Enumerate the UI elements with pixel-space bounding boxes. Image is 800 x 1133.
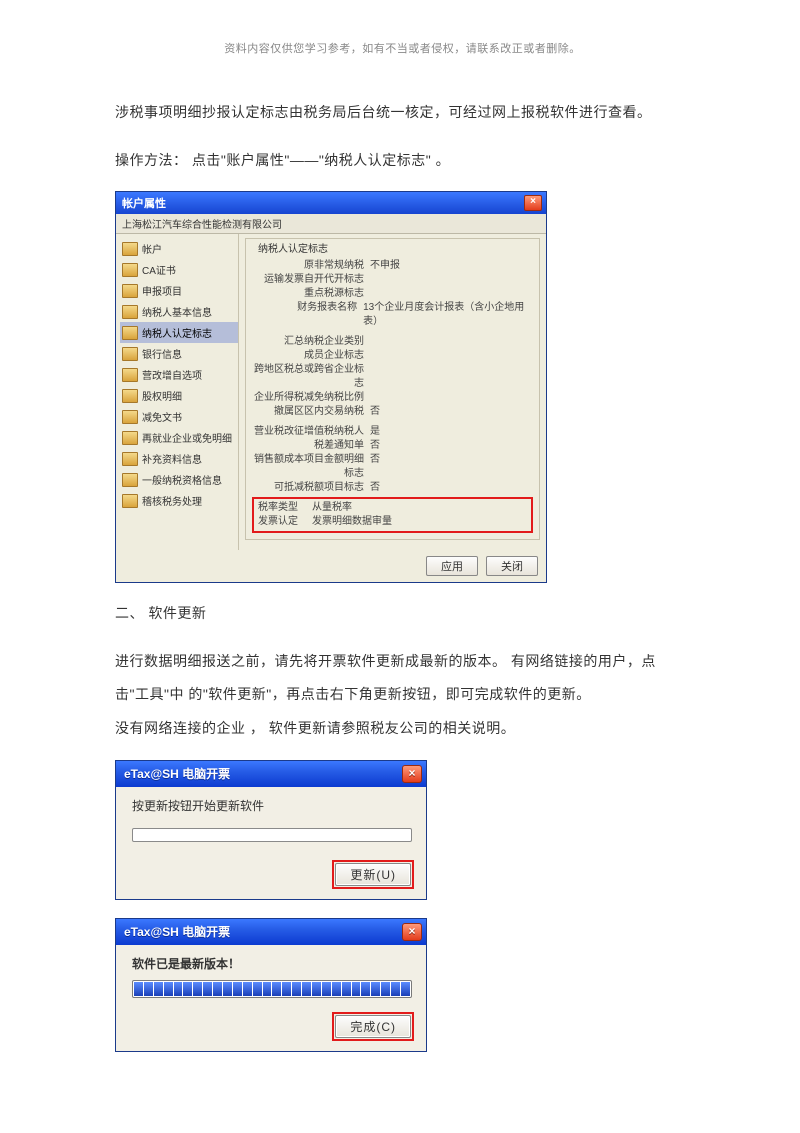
sidebar-item-label: 再就业企业或免明细 [142,430,232,445]
dialog-message: 按更新按钮开始更新软件 [132,797,414,814]
close-icon[interactable]: × [524,195,542,211]
sidebar-item-label: 申报项目 [142,283,182,298]
sidebar-nav: 帐户 CA证书 申报项目 纳税人基本信息 纳税人认定标志 银行信息 营改增自选项… [116,234,239,550]
apply-button[interactable]: 应用 [426,556,478,576]
prop-row: 运输发票自开代开标志 [252,273,533,287]
close-icon[interactable]: × [402,923,422,941]
update-dialog-2: eTax@SH 电脑开票 × 软件已是最新版本！ 完成(C) [115,918,427,1052]
folder-icon [122,452,138,466]
highlight-box: 税率类型从量税率 发票认定发票明细数据审量 [252,497,533,533]
prop-row: 税率类型从量税率 [258,501,527,515]
sidebar-item[interactable]: 减免文书 [120,406,238,427]
paragraph-1: 涉税事项明细抄报认定标志由税务局后台统一核定，可经过网上报税软件进行查看。 [115,96,690,130]
sidebar-item[interactable]: 再就业企业或免明细 [120,427,238,448]
prop-row: 成员企业标志 [252,349,533,363]
account-properties-window: 帐户属性 × 上海松江汽车综合性能检测有限公司 帐户 CA证书 申报项目 纳税人… [115,191,547,583]
sidebar-item-label: 营改增自选项 [142,367,202,382]
prop-row: 汇总纳税企业类别 [252,335,533,349]
window-title: 帐户属性 [122,195,166,211]
sidebar-item[interactable]: 银行信息 [120,343,238,364]
sidebar-item[interactable]: 一般纳税资格信息 [120,469,238,490]
sidebar-item[interactable]: CA证书 [120,259,238,280]
prop-row: 撤属区区内交易纳税否 [252,405,533,419]
prop-row: 财务报表名称13个企业月度会计报表（含小企地用表） [252,301,533,329]
sidebar-item[interactable]: 纳税人基本信息 [120,301,238,322]
dialog-title: eTax@SH 电脑开票 [124,923,230,940]
company-name: 上海松江汽车综合性能检测有限公司 [116,214,546,234]
paragraph-2: 操作方法： 点击"账户属性"——"纳税人认定标志" 。 [115,144,690,178]
sidebar-item-label: 补充资料信息 [142,451,202,466]
prop-row: 重点税源标志 [252,287,533,301]
sidebar-item-label: 帐户 [142,241,162,256]
paragraph-4: 击"工具"中 的"软件更新"，再点击右下角更新按钮，即可完成软件的更新。 [115,678,690,712]
sidebar-item-label: CA证书 [142,262,176,277]
prop-row: 税差通知单否 [252,439,533,453]
properties-group: 纳税人认定标志 原非常规纳税不申报 运输发票自开代开标志 重点税源标志 财务报表… [245,238,540,540]
dialog-message: 软件已是最新版本！ [132,955,414,972]
folder-icon [122,473,138,487]
dialog-titlebar: eTax@SH 电脑开票 × [116,761,426,787]
folder-icon [122,410,138,424]
paragraph-5: 没有网络连接的企业 ， 软件更新请参照税友公司的相关说明。 [115,712,690,746]
dialog-title: eTax@SH 电脑开票 [124,765,230,782]
update-dialog-1: eTax@SH 电脑开票 × 按更新按钮开始更新软件 更新(U) [115,760,427,900]
sidebar-item-label: 股权明细 [142,388,182,403]
prop-row: 发票认定发票明细数据审量 [258,515,527,529]
sidebar-item-label: 减免文书 [142,409,182,424]
folder-icon [122,326,138,340]
folder-icon [122,242,138,256]
prop-row: 原非常规纳税不申报 [252,259,533,273]
close-icon[interactable]: × [402,765,422,783]
folder-icon [122,494,138,508]
sidebar-item[interactable]: 帐户 [120,238,238,259]
prop-row: 企业所得税减免纳税比例 [252,391,533,405]
sidebar-item[interactable]: 股权明细 [120,385,238,406]
section-heading-2: 二、 软件更新 [115,597,690,631]
folder-icon [122,263,138,277]
folder-icon [122,284,138,298]
folder-icon [122,347,138,361]
folder-icon [122,431,138,445]
group-title: 纳税人认定标志 [256,240,330,255]
sidebar-item[interactable]: 补充资料信息 [120,448,238,469]
progress-bar-full [132,980,412,998]
sidebar-item-label: 稽核税务处理 [142,493,202,508]
sidebar-item-label: 一般纳税资格信息 [142,472,222,487]
sidebar-item[interactable]: 申报项目 [120,280,238,301]
properties-panel: 纳税人认定标志 原非常规纳税不申报 运输发票自开代开标志 重点税源标志 财务报表… [239,234,546,550]
sidebar-item-label: 纳税人认定标志 [142,325,212,340]
prop-row: 营业税改征增值税纳税人是 [252,425,533,439]
finish-button[interactable]: 完成(C) [335,1015,411,1038]
update-button[interactable]: 更新(U) [335,863,411,886]
prop-row: 可抵减税额项目标志否 [252,481,533,495]
highlight-box: 更新(U) [332,860,414,889]
dialog-titlebar: eTax@SH 电脑开票 × [116,919,426,945]
folder-icon [122,389,138,403]
close-button[interactable]: 关闭 [486,556,538,576]
sidebar-item[interactable]: 营改增自选项 [120,364,238,385]
prop-row: 跨地区税总或跨省企业标志 [252,363,533,391]
sidebar-item-label: 银行信息 [142,346,182,361]
folder-icon [122,305,138,319]
sidebar-item-selected[interactable]: 纳税人认定标志 [120,322,238,343]
prop-row: 销售额成本项目金额明细标志否 [252,453,533,481]
paragraph-3: 进行数据明细报送之前，请先将开票软件更新成最新的版本。 有网络链接的用户，点 [115,645,690,679]
sidebar-item-label: 纳税人基本信息 [142,304,212,319]
window-titlebar: 帐户属性 × [116,192,546,214]
progress-bar-empty [132,828,412,842]
folder-icon [122,368,138,382]
dialog-footer: 应用 关闭 [116,550,546,582]
sidebar-item[interactable]: 稽核税务处理 [120,490,238,511]
highlight-box: 完成(C) [332,1012,414,1041]
header-disclaimer: 资料内容仅供您学习参考，如有不当或者侵权，请联系改正或者删除。 [115,40,690,56]
